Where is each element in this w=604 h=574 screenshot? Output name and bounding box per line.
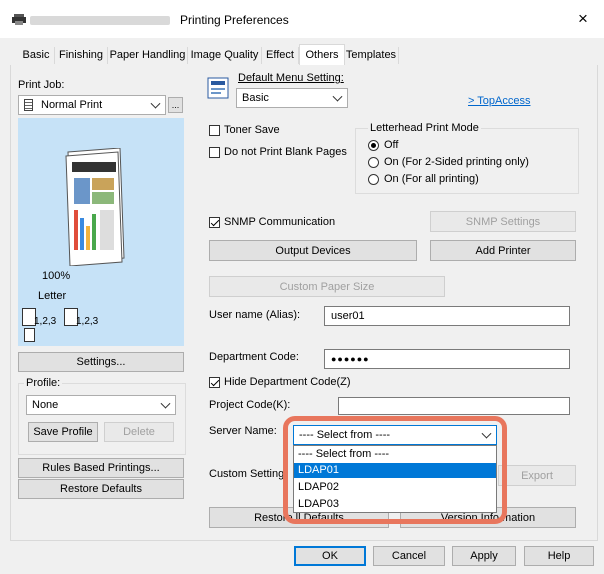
snmp-checkbox[interactable] (209, 217, 220, 228)
toner-save-checkbox[interactable] (209, 125, 220, 136)
username-label: User name (Alias): (209, 309, 301, 321)
close-icon[interactable]: × (578, 9, 588, 29)
server-option-select-from[interactable]: ---- Select from ---- (298, 448, 389, 460)
page-order-text-a: 1,2,3 (34, 316, 57, 327)
apply-button[interactable]: Apply (452, 546, 516, 566)
output-devices-button[interactable]: Output Devices (209, 240, 417, 261)
letterhead-off-label: Off (384, 139, 399, 151)
username-input[interactable]: user01 (324, 306, 570, 326)
default-menu-icon (207, 76, 230, 100)
tab-others[interactable]: Others (299, 44, 345, 66)
tab-basic[interactable]: Basic (18, 47, 55, 64)
preview-panel: 100% Letter 1,2,3 1,2,3 (18, 118, 184, 346)
tab-templates[interactable]: Templates (344, 47, 399, 64)
print-job-value: Normal Print (41, 99, 103, 111)
custom-setting-label: Custom Setting (209, 468, 285, 480)
letterhead-label: Letterhead Print Mode (368, 122, 481, 134)
print-job-label: Print Job: (18, 79, 65, 91)
export-button[interactable]: Export (498, 465, 576, 486)
add-printer-button[interactable]: Add Printer (430, 240, 576, 261)
topaccess-link[interactable]: > TopAccess (468, 95, 530, 107)
save-profile-button[interactable]: Save Profile (28, 422, 98, 442)
ok-button[interactable]: OK (294, 546, 366, 566)
hide-department-code-checkbox[interactable] (209, 377, 220, 388)
snmp-label: SNMP Communication (224, 216, 336, 228)
blank-pages-checkbox[interactable] (209, 147, 220, 158)
project-code-label: Project Code(K): (209, 399, 291, 411)
title-bar: Printing Preferences × (0, 0, 604, 38)
default-menu-select[interactable]: Basic (236, 88, 348, 108)
department-code-label: Department Code: (209, 351, 299, 363)
chevron-down-icon (481, 428, 492, 439)
print-job-select[interactable]: Normal Print (18, 95, 166, 115)
single-page-icon (24, 328, 35, 342)
chevron-down-icon (332, 91, 343, 102)
restore-defaults-button[interactable]: Restore Defaults (18, 479, 184, 499)
paper-size-text: Letter (38, 290, 67, 302)
letterhead-2sided-label: On (For 2-Sided printing only) (384, 156, 529, 168)
snmp-settings-button[interactable]: SNMP Settings (430, 211, 576, 232)
tab-paper-handling[interactable]: Paper Handling (108, 47, 188, 64)
page-preview-icon (64, 147, 128, 267)
blank-pages-label: Do not Print Blank Pages (224, 146, 347, 158)
server-name-value: ---- Select from ---- (299, 429, 391, 441)
help-button[interactable]: Help (524, 546, 594, 566)
server-option-ldap02[interactable]: LDAP02 (298, 481, 339, 493)
server-option-ldap03[interactable]: LDAP03 (298, 498, 339, 510)
page-order-text-b: 1,2,3 (76, 316, 99, 327)
default-menu-value: Basic (242, 92, 269, 104)
window-title: Printing Preferences (180, 13, 289, 27)
tab-image-quality[interactable]: Image Quality (188, 47, 262, 64)
default-menu-label: Default Menu Setting: (238, 72, 344, 84)
letterhead-all-radio[interactable] (368, 174, 379, 185)
server-name-select[interactable]: ---- Select from ---- (293, 425, 497, 445)
custom-paper-size-button[interactable]: Custom Paper Size (209, 276, 445, 297)
title-blurred-text (30, 16, 170, 25)
printer-icon (12, 14, 26, 25)
project-code-input[interactable] (338, 397, 570, 415)
server-name-label: Server Name: (209, 425, 277, 437)
server-option-ldap01[interactable]: LDAP01 (298, 464, 339, 476)
print-job-more-button[interactable]: ... (168, 97, 183, 113)
zoom-text: 100% (42, 270, 71, 282)
letterhead-off-radio[interactable] (368, 140, 379, 151)
letterhead-all-label: On (For all printing) (384, 173, 479, 185)
department-code-input[interactable]: ●●●●●● (324, 349, 570, 369)
chevron-down-icon (160, 398, 171, 409)
tab-finishing[interactable]: Finishing (55, 47, 108, 64)
toner-save-label: Toner Save (224, 124, 280, 136)
delete-profile-button[interactable]: Delete (104, 422, 174, 442)
profile-label: Profile: (24, 377, 63, 389)
rules-based-printings-button[interactable]: Rules Based Printings... (18, 458, 184, 478)
profile-group (18, 383, 186, 455)
profile-value: None (32, 399, 59, 411)
hide-department-code-label: Hide Department Code(Z) (224, 376, 351, 388)
profile-select[interactable]: None (26, 395, 176, 415)
chevron-down-icon (150, 98, 161, 109)
document-icon (24, 99, 33, 111)
settings-button[interactable]: Settings... (18, 352, 184, 372)
tab-effect[interactable]: Effect (262, 47, 299, 64)
letterhead-2sided-radio[interactable] (368, 157, 379, 168)
cancel-button[interactable]: Cancel (373, 546, 445, 566)
